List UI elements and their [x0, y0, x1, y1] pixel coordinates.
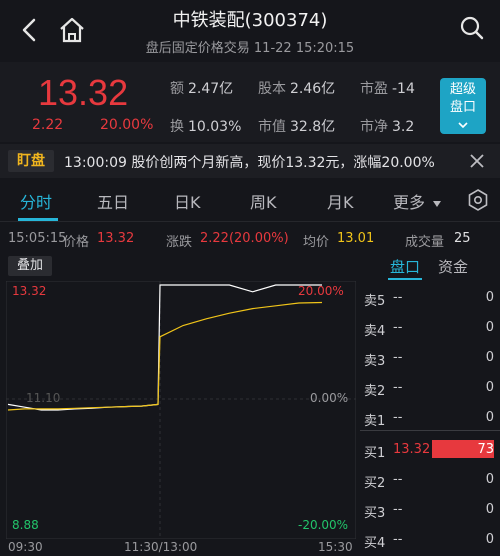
- bid-row: 买3 -- 0: [364, 502, 494, 521]
- bid-row: 买2 -- 0: [364, 472, 494, 491]
- time-close: 15:30: [318, 540, 353, 554]
- trading-status: 盘后固定价格交易 11-22 15:20:15: [145, 41, 355, 56]
- settings-icon[interactable]: [466, 188, 490, 212]
- price-change-pct: 20.00%: [100, 117, 154, 133]
- stat-turnover-rate: 换 10.03%: [170, 119, 242, 135]
- tab-five-day[interactable]: 五日: [97, 189, 129, 213]
- right-panel-tabs: 盘口 资金: [380, 256, 500, 278]
- info-price: 13.32: [97, 231, 135, 246]
- y-axis-bottom: 8.88: [12, 518, 39, 532]
- tab-weekly-k[interactable]: 周K: [250, 189, 277, 213]
- ask-row: 卖1 -- 0: [364, 410, 494, 429]
- stat-turnover-amount: 额 2.47亿: [170, 81, 234, 97]
- stat-share-capital: 股本 2.46亿: [258, 81, 336, 97]
- pct-axis-top: 20.00%: [298, 284, 344, 298]
- super-orderbook-button[interactable]: 超级 盘口: [440, 78, 486, 134]
- stat-pe: 市盈 -14: [360, 81, 415, 97]
- info-volume-label: 成交量: [405, 235, 445, 250]
- info-change: 2.22(20.00%): [200, 231, 289, 246]
- stat-market-cap: 市值 32.8亿: [258, 119, 336, 135]
- current-price: 13.32: [38, 72, 129, 113]
- ask-row: 卖2 -- 0: [364, 380, 494, 399]
- tab-orderbook[interactable]: 盘口: [390, 256, 420, 277]
- info-change-label: 涨跌: [166, 235, 193, 250]
- info-price-label: 价格: [63, 235, 90, 250]
- ask-row: 卖5 -- 0: [364, 290, 494, 309]
- stat-pb: 市净 3.2: [360, 119, 415, 135]
- info-time: 15:05:15: [8, 231, 67, 246]
- page-title: 中铁装配(300374): [172, 10, 328, 31]
- chevron-down-icon: [458, 122, 468, 129]
- chart-tabs: 分时 五日 日K 周K 月K 更多: [0, 180, 500, 222]
- pct-axis-bottom: -20.00%: [298, 518, 349, 532]
- y-axis-top: 13.32: [12, 284, 47, 298]
- pct-axis-mid: 0.00%: [310, 391, 349, 405]
- close-icon[interactable]: [468, 152, 486, 170]
- tab-daily-k[interactable]: 日K: [174, 189, 201, 213]
- time-open: 09:30: [8, 540, 43, 554]
- quote-panel: 13.32 2.22 20.00% 额 2.47亿 股本 2.46亿 市盈 -14 换…: [0, 62, 500, 142]
- right-tab-indicator: [388, 278, 422, 280]
- overlay-button[interactable]: 叠加: [8, 256, 52, 276]
- active-tab-indicator: [18, 218, 58, 221]
- ask-row: 卖3 -- 0: [364, 350, 494, 369]
- tab-more[interactable]: 更多: [393, 189, 442, 213]
- intraday-info-row: 15:05:15 价格 13.32 涨跌 2.22(20.00%) 均价 13.…: [0, 228, 500, 252]
- bid-row: 买4 -- 0: [364, 532, 494, 551]
- info-avg-label: 均价: [303, 235, 330, 250]
- intraday-chart[interactable]: [6, 281, 356, 539]
- search-icon[interactable]: [456, 12, 488, 44]
- tab-capital[interactable]: 资金: [438, 256, 468, 277]
- alert-tag: 盯盘: [8, 150, 54, 172]
- alert-ticker[interactable]: 盯盘 13:00:09 股价创两个月新高，现价13.32元，涨幅20.00%: [0, 144, 500, 178]
- top-bar: 中铁装配(300374) 盘后固定价格交易 11-22 15:20:15: [0, 0, 500, 62]
- info-avg: 13.01: [337, 231, 375, 246]
- bid-row: 买1 13.32 73: [364, 442, 494, 461]
- caret-down-icon: [433, 201, 442, 207]
- tab-monthly-k[interactable]: 月K: [327, 189, 354, 213]
- price-change: 2.22: [32, 117, 64, 133]
- book-divider: [360, 430, 500, 431]
- info-volume: 25: [454, 231, 471, 246]
- time-midday: 11:30/13:00: [124, 540, 198, 554]
- tab-intraday[interactable]: 分时: [20, 189, 52, 213]
- ref-line-label: 11.10: [26, 391, 61, 405]
- ask-row: 卖4 -- 0: [364, 320, 494, 339]
- alert-text: 13:00:09 股价创两个月新高，现价13.32元，涨幅20.00%: [64, 155, 435, 171]
- time-axis: 09:30 11:30/13:00 15:30: [0, 538, 360, 556]
